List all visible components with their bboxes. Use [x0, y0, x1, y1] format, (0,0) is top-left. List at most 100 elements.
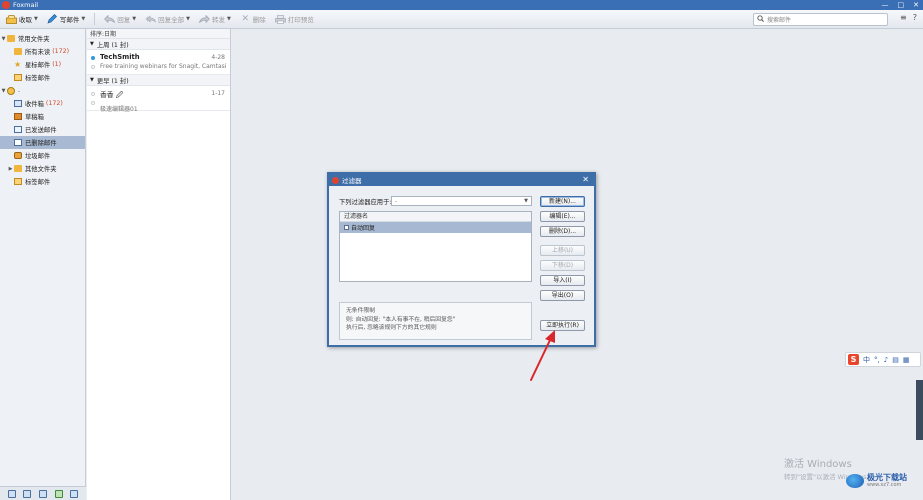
common-folders-group[interactable]: ▼ 常用文件夹 — [0, 32, 85, 45]
ime-menu-icon[interactable]: ▦ — [903, 356, 910, 364]
sidebar-item-label: 已发送邮件 — [25, 127, 57, 134]
forward-label: 转发 — [211, 16, 225, 24]
sidebar-item-starred[interactable]: ★ 星标邮件 (1) — [0, 58, 85, 71]
export-button[interactable]: 导出(O) — [540, 290, 585, 301]
filter-desc-line: 执行后, 忽略该规则下方的其它规则 — [346, 325, 437, 331]
sidebar-item-tagged-account[interactable]: 标签邮件 — [0, 175, 85, 188]
ime-punctuation-icon[interactable]: °, — [874, 356, 880, 364]
sidebar-item-label: 标签邮件 — [25, 179, 51, 186]
import-button[interactable]: 导入(I) — [540, 275, 585, 286]
folder-icon — [14, 165, 22, 172]
chevron-down-icon[interactable]: ▼ — [524, 197, 528, 205]
account-label: . — [18, 87, 21, 94]
collapse-arrow-icon[interactable]: ▼ — [90, 41, 94, 47]
folder-sidebar: ▼ 常用文件夹 所有未读 (172) ★ 星标邮件 (1) 标签邮件 ▼ . 收… — [0, 29, 86, 486]
compose-button[interactable]: 写邮件 ▼ — [47, 14, 85, 25]
apply-to-select[interactable]: . ▼ — [391, 196, 532, 206]
chevron-down-icon[interactable]: ▼ — [34, 16, 38, 22]
unread-count: (172) — [52, 48, 70, 55]
tasks-view-icon[interactable] — [70, 489, 79, 498]
sidebar-bottom-bar — [0, 486, 86, 500]
toolbar-divider — [94, 13, 96, 25]
message-date: 4-28 — [211, 54, 225, 61]
reply-button[interactable]: 回复 ▼ — [104, 14, 136, 25]
group-header[interactable]: ▼ 更早 (1 封) — [87, 75, 230, 86]
inbox-unread-count: (172) — [45, 100, 63, 107]
forward-arrow-icon — [199, 14, 210, 25]
account-group[interactable]: ▼ . — [0, 84, 85, 97]
edit-filter-button[interactable]: 编辑(E)... — [540, 211, 585, 222]
starred-count: (1) — [52, 61, 62, 68]
search-input[interactable]: 搜索邮件 — [767, 15, 791, 24]
sidebar-item-junk[interactable]: 垃圾邮件 — [0, 149, 85, 162]
sidebar-item-drafts[interactable]: 草稿箱 — [0, 110, 85, 123]
calendar-view-icon[interactable] — [38, 489, 47, 498]
sidebar-item-label: 垃圾邮件 — [25, 153, 51, 160]
compose-label: 写邮件 — [59, 16, 80, 24]
delete-filter-button[interactable]: 删除(D)... — [540, 226, 585, 237]
chevron-down-icon[interactable]: ▼ — [81, 16, 85, 22]
close-button[interactable]: ✕ — [913, 0, 919, 10]
sidebar-item-sent[interactable]: 已发送邮件 — [0, 123, 85, 136]
sidebar-item-label: 草稿箱 — [25, 114, 44, 121]
sidebar-item-inbox[interactable]: 收件箱 (172) — [0, 97, 85, 110]
minimize-button[interactable]: — — [882, 0, 889, 10]
group-header-label: 更早 (1 封) — [96, 77, 129, 85]
forward-button[interactable]: 转发 ▼ — [199, 14, 231, 25]
new-filter-button[interactable]: 新建(N)... — [540, 196, 585, 207]
group-header[interactable]: ▼ 上周 (1 封) — [87, 39, 230, 50]
ime-chinese-mode[interactable]: 中 — [863, 355, 870, 365]
expand-arrow-icon[interactable]: ▼ — [0, 88, 7, 94]
list-item[interactable]: TechSmith Free training webinars for Sna… — [87, 50, 230, 75]
window-controls: — □ ✕ — [882, 0, 920, 10]
contacts-view-icon[interactable] — [23, 489, 32, 498]
dialog-close-icon[interactable]: ✕ — [582, 174, 589, 186]
receive-label: 收取 — [19, 16, 32, 24]
star-icon: ★ — [14, 60, 22, 69]
sidebar-item-all-unread[interactable]: 所有未读 (172) — [0, 45, 85, 58]
run-now-button[interactable]: 立即执行(R) — [540, 320, 585, 331]
list-item[interactable]: 香香 🖉 极速编辑器01 1-17 — [87, 86, 230, 113]
chevron-down-icon[interactable]: ▼ — [186, 16, 190, 22]
flag-circle-icon[interactable] — [91, 92, 95, 96]
flag-circle-icon[interactable] — [91, 65, 95, 69]
sent-icon — [14, 126, 22, 133]
ime-keyboard-icon[interactable]: ▤ — [892, 356, 899, 364]
unread-dot-icon — [91, 56, 95, 60]
flag-circle-icon[interactable] — [91, 101, 95, 105]
message-sender: 香香 🖉 — [100, 91, 123, 99]
receive-button[interactable]: 收取 ▼ — [6, 14, 38, 25]
help-icon[interactable]: ? — [913, 13, 917, 22]
filter-checkbox[interactable] — [344, 225, 349, 230]
filter-row[interactable]: 自动回复 — [340, 222, 531, 233]
filter-name: 自动回复 — [351, 225, 376, 232]
ime-toolbar[interactable]: S 中 °, ♪ ▤ ▦ — [845, 352, 921, 367]
message-sender: TechSmith — [100, 53, 140, 61]
print-preview-button[interactable]: 打印预览 — [274, 14, 314, 25]
move-up-button[interactable]: 上移(U) — [540, 245, 585, 256]
delete-button[interactable]: ✕ 删除 — [240, 14, 266, 25]
expand-arrow-icon[interactable]: ▼ — [0, 36, 7, 42]
notes-view-icon[interactable] — [54, 489, 63, 498]
dialog-title: 过滤器 — [342, 177, 362, 185]
move-down-button[interactable]: 下移(D) — [540, 260, 585, 271]
reply-all-button[interactable]: 回复全部 ▼ — [145, 14, 190, 25]
sidebar-item-other-folders[interactable]: ▶ 其他文件夹 — [0, 162, 85, 175]
expand-arrow-icon[interactable]: ▶ — [7, 166, 14, 172]
tag-folder-icon — [14, 74, 22, 81]
search-box[interactable]: 搜索邮件 — [753, 13, 888, 26]
sidebar-item-trash[interactable]: 已删除邮件 — [0, 136, 85, 149]
chevron-down-icon[interactable]: ▼ — [132, 16, 136, 22]
ime-voice-icon[interactable]: ♪ — [884, 356, 888, 364]
mail-view-icon[interactable] — [7, 489, 16, 498]
maximize-button[interactable]: □ — [898, 0, 905, 10]
sidebar-item-label: 收件箱 — [25, 101, 44, 108]
menu-icon[interactable]: ≡ — [900, 13, 907, 22]
account-icon — [7, 86, 15, 95]
sort-header[interactable]: 排序:日期 — [87, 29, 230, 39]
chevron-down-icon[interactable]: ▼ — [227, 16, 231, 22]
sidebar-item-tagged[interactable]: 标签邮件 — [0, 71, 85, 84]
apply-to-value: . — [395, 197, 397, 204]
message-subject: 极速编辑器01 — [100, 106, 138, 113]
collapse-arrow-icon[interactable]: ▼ — [90, 77, 94, 83]
